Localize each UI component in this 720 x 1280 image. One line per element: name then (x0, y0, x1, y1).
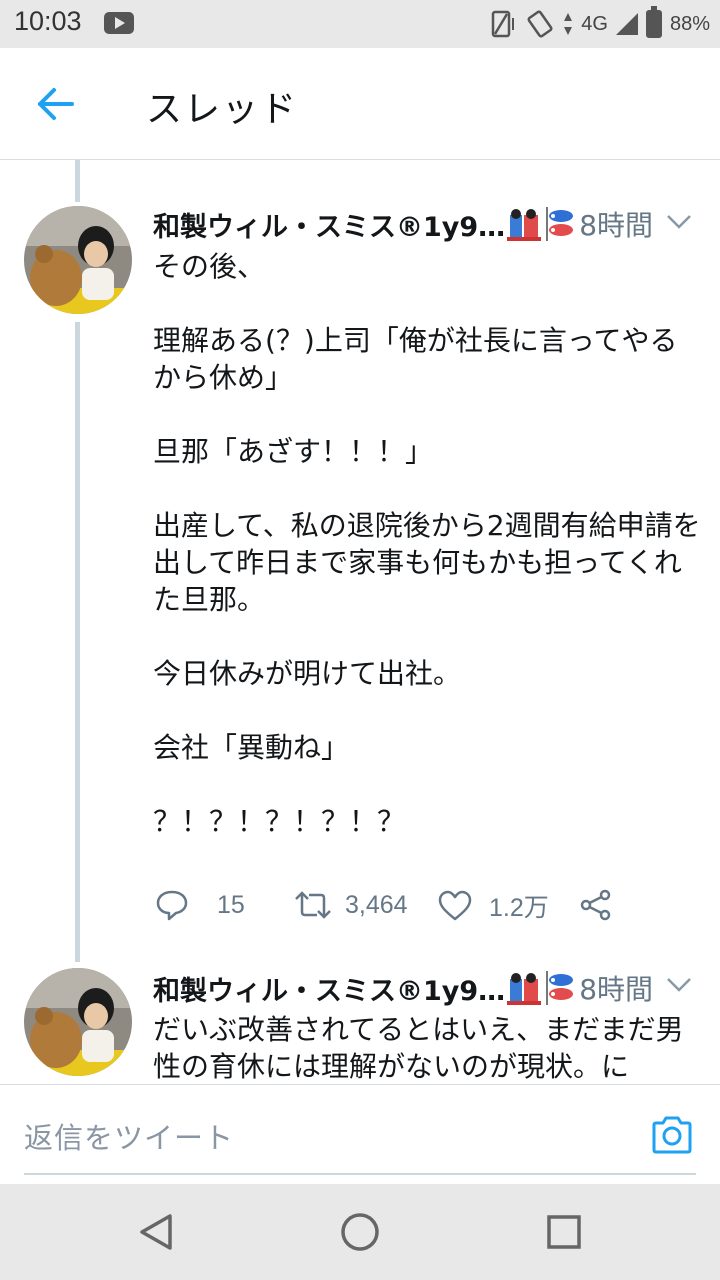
tweet-time: 8時間 (579, 973, 654, 1006)
like-button[interactable]: 1.2万 (437, 888, 549, 924)
nav-back-button[interactable] (134, 1210, 178, 1254)
nav-recents-button[interactable] (542, 1210, 586, 1254)
like-count: 1.2万 (489, 894, 549, 922)
data-arrows-icon (564, 13, 573, 35)
avatar[interactable] (24, 206, 132, 314)
avatar-photo (24, 206, 132, 314)
author-name[interactable]: 和製ウィル・スミス®1y9… (153, 205, 505, 244)
app-header: スレッド (0, 48, 720, 160)
retweet-count: 3,464 (345, 890, 408, 919)
page-title: スレッド (146, 89, 299, 130)
carp-streamer-emoji-icon (543, 207, 577, 241)
vibrate-icon (492, 10, 515, 38)
share-icon (580, 889, 611, 921)
author-name[interactable]: 和製ウィル・スミス®1y9… (153, 969, 505, 1008)
battery-percent: 88% (669, 12, 710, 35)
retweet-icon (295, 891, 331, 919)
tweet-actions: 15 3,464 1.2万 (155, 886, 635, 926)
reply-input[interactable]: 返信をツイート (24, 1115, 624, 1157)
thread-line (75, 322, 80, 962)
input-underline (24, 1173, 696, 1175)
avatar-photo (24, 968, 132, 1076)
heart-icon (438, 890, 472, 921)
share-button[interactable] (579, 888, 613, 922)
chevron-down-icon[interactable] (666, 977, 692, 993)
status-bar: 10:03 4G 88% (0, 0, 720, 48)
youtube-notification-icon (104, 12, 134, 34)
avatar[interactable] (24, 968, 132, 1076)
signal-icon (615, 13, 638, 35)
circle-home-icon (341, 1213, 379, 1251)
system-navigation-bar (0, 1184, 720, 1280)
status-time: 10:03 (14, 6, 82, 36)
battery-icon (645, 6, 662, 38)
reply-count: 15 (217, 890, 245, 919)
tweet-time: 8時間 (579, 209, 654, 242)
square-recents-icon (547, 1215, 581, 1249)
hina-doll-emoji-icon (507, 971, 542, 1005)
speech-bubble-icon (156, 890, 188, 921)
reply-bar: 返信をツイート (0, 1084, 720, 1185)
tweet-text: だいぶ改善されてるとはいえ、まだまだ男性の育休には理解がないのが現状。に (153, 1013, 684, 1083)
retweet-button[interactable]: 3,464 (293, 888, 408, 922)
reply-button[interactable]: 15 (155, 888, 245, 922)
rotate-icon (527, 10, 553, 38)
tweet-text: その後、 理解ある(？)上司「俺が社長に言ってやるから休め」 旦那「あざす！！！… (153, 250, 701, 838)
nav-home-button[interactable] (338, 1210, 382, 1254)
camera-button[interactable] (650, 1113, 694, 1157)
carp-streamer-emoji-icon (543, 971, 577, 1005)
back-button[interactable] (30, 82, 80, 126)
triangle-back-icon (140, 1214, 172, 1250)
thread-line (75, 160, 80, 202)
camera-icon (652, 1116, 692, 1154)
arrow-left-icon (38, 88, 74, 120)
hina-doll-emoji-icon (507, 207, 542, 241)
network-type: 4G (581, 12, 608, 35)
chevron-down-icon[interactable] (666, 214, 692, 230)
